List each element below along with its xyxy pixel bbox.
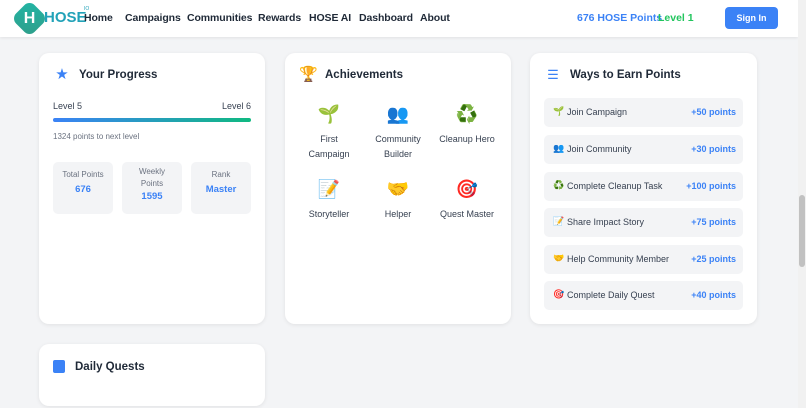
level-to: Level 6	[221, 101, 251, 111]
progress-title: Your Progress	[79, 69, 158, 81]
way-join-campaign[interactable]: 🌱 Join Campaign +50 points	[544, 98, 743, 127]
handshake-icon: 🤝	[386, 179, 410, 199]
nav-rewards[interactable]: Rewards	[258, 12, 301, 24]
achievement-community-builder[interactable]: 👥 Community Builder	[363, 101, 433, 162]
achievement-cleanup-hero[interactable]: ♻️ Cleanup Hero	[432, 101, 502, 147]
achievement-helper[interactable]: 🤝 Helper	[363, 176, 433, 222]
sign-in-button[interactable]: Sign In	[725, 7, 778, 29]
nav-home[interactable]: Home	[84, 12, 113, 24]
ways-title: Ways to Earn Points	[570, 69, 681, 81]
nav-about[interactable]: About	[420, 12, 450, 24]
achievements-card: 🏆 Achievements 🌱 First Campaign 👥 Communit…	[285, 53, 511, 324]
progress-bar	[53, 118, 251, 122]
logo-letter: H	[23, 10, 36, 27]
way-join-community[interactable]: 👥 Join Community +30 points	[544, 135, 743, 164]
top-navbar: H HOSE IO Home Campaigns Communities Rew…	[0, 0, 798, 37]
level-display: Level 1	[658, 12, 694, 24]
handshake-icon: 🤝	[553, 253, 565, 263]
people-icon: 👥	[386, 104, 410, 124]
target-icon: 🎯	[553, 289, 565, 299]
achievements-title: Achievements	[325, 69, 403, 81]
way-share-story[interactable]: 📝 Share Impact Story +75 points	[544, 208, 743, 237]
stat-weekly-points: Weekly Points 1595	[122, 162, 182, 214]
recycle-icon: ♻️	[553, 180, 565, 190]
progress-card: ★ Your Progress Level 5 Level 6 1324 poi…	[39, 53, 265, 324]
calendar-icon	[53, 360, 65, 373]
list-check-icon: ☰	[547, 67, 559, 82]
level-from: Level 5	[53, 101, 83, 111]
ways-card: ☰ Ways to Earn Points 🌱 Join Campaign +50 …	[530, 53, 757, 324]
achievement-quest-master[interactable]: 🎯 Quest Master	[432, 176, 502, 222]
stat-rank: Rank Master	[191, 162, 251, 214]
points-display: 676 HOSE Points	[577, 12, 663, 24]
nav-dashboard[interactable]: Dashboard	[359, 12, 413, 24]
way-daily-quest[interactable]: 🎯 Complete Daily Quest +40 points	[544, 281, 743, 310]
seedling-icon: 🌱	[317, 104, 341, 124]
star-icon: ★	[55, 66, 69, 83]
target-icon: 🎯	[455, 179, 479, 199]
points-to-next: 1324 points to next level	[53, 132, 140, 141]
daily-quests-card: Daily Quests	[39, 344, 265, 406]
achievement-storyteller[interactable]: 📝 Storyteller	[294, 176, 364, 222]
nav-hose-ai[interactable]: HOSE AI	[309, 12, 351, 24]
memo-icon: 📝	[317, 179, 341, 199]
people-icon: 👥	[553, 143, 565, 153]
way-cleanup-task[interactable]: ♻️ Complete Cleanup Task +100 points	[544, 172, 743, 201]
logo-text[interactable]: HOSE	[44, 9, 87, 26]
daily-quests-title: Daily Quests	[75, 361, 145, 373]
nav-communities[interactable]: Communities	[187, 12, 253, 24]
way-help-member[interactable]: 🤝 Help Community Member +25 points	[544, 245, 743, 274]
recycle-icon: ♻️	[455, 104, 479, 124]
seedling-icon: 🌱	[553, 106, 565, 116]
trophy-icon: 🏆	[299, 66, 318, 83]
nav-campaigns[interactable]: Campaigns	[125, 12, 181, 24]
scrollbar-thumb[interactable]	[799, 195, 805, 267]
stat-total-points: Total Points 676	[53, 162, 113, 214]
memo-icon: 📝	[553, 216, 565, 226]
achievement-first-campaign[interactable]: 🌱 First Campaign	[294, 101, 364, 162]
